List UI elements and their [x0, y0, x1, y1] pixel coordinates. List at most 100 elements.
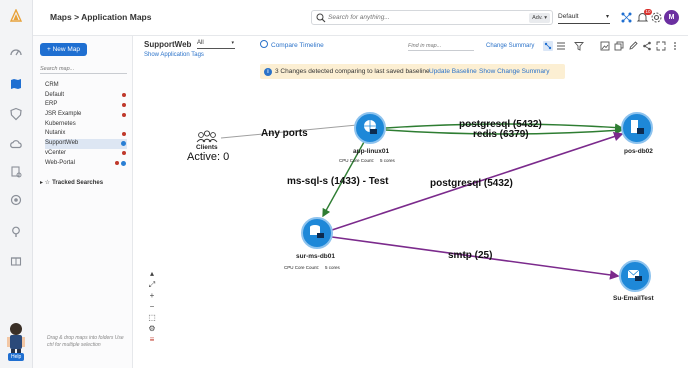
advanced-search-button[interactable]: Adv. ▾: [529, 12, 550, 23]
user-avatar[interactable]: M: [664, 10, 679, 25]
clients-label: Clients: [196, 144, 218, 151]
drag-drop-hint: Drag & drop maps into folders Use ctrl f…: [47, 335, 124, 348]
update-baseline-link[interactable]: Update Baseline: [429, 64, 477, 79]
status-dot-red: [122, 102, 126, 107]
global-search[interactable]: Adv. ▾: [311, 10, 553, 25]
filter-select-value: All: [197, 40, 204, 46]
app-linux01-cpu-label: CPU Core Count:: [339, 158, 374, 163]
chevron-down-icon: ▾: [605, 14, 609, 20]
fullscreen-icon[interactable]: [656, 41, 666, 51]
settings-small-icon[interactable]: ⚙: [146, 323, 158, 334]
gift-icon[interactable]: [8, 252, 24, 268]
tracked-searches-label: Tracked Searches: [52, 180, 104, 186]
map-list-item[interactable]: SupportWeb: [45, 139, 127, 149]
map-title: SupportWeb: [144, 40, 192, 49]
status-dot-red: [115, 161, 119, 165]
edge-label-ms-sql: ms-sql-s (1433) - Test: [287, 176, 389, 187]
new-map-button[interactable]: + New Map: [40, 43, 87, 56]
settings-gear-icon[interactable]: [650, 11, 663, 24]
help-label[interactable]: Help: [8, 353, 25, 361]
topology-icon[interactable]: [620, 11, 633, 24]
map-list-item[interactable]: ERP: [45, 100, 127, 110]
node-app-linux01[interactable]: app-linux01 CPU Core Count: 5 cores: [339, 112, 396, 163]
users-group-icon: [196, 130, 218, 143]
view-select-value: Default: [558, 13, 579, 20]
view-select[interactable]: Default ▾: [558, 11, 610, 24]
search-input[interactable]: [328, 12, 518, 23]
notifications-bell-icon[interactable]: 10: [636, 9, 653, 24]
map-list-item[interactable]: JSR Example: [45, 110, 127, 120]
status-dot-red: [122, 151, 126, 156]
map-list: CRM Default ERP JSR Example Kubernetes Nutani…: [45, 81, 127, 168]
settings-circle-icon[interactable]: [8, 192, 24, 208]
pointer-tool-icon[interactable]: ▴: [146, 268, 158, 279]
zoom-in-button[interactable]: +: [146, 290, 158, 301]
status-dot-red: [122, 93, 126, 98]
document-search-icon[interactable]: [8, 164, 24, 180]
application-map-canvas[interactable]: Any ports postgresql (5432) redis (6379)…: [134, 80, 688, 368]
status-dot-blue: [121, 141, 126, 147]
edge-label-smtp: smtp (25): [448, 250, 492, 261]
breadcrumb: Maps > Application Maps: [50, 12, 152, 22]
shield-icon[interactable]: [8, 106, 24, 122]
show-application-tags-link[interactable]: Show Application Tags: [144, 52, 204, 58]
image-export-icon[interactable]: [600, 41, 610, 51]
status-dot-blue: [121, 160, 126, 166]
edit-pencil-icon[interactable]: [628, 41, 638, 51]
clock-icon: [260, 40, 268, 48]
zoom-out-button[interactable]: −: [146, 301, 158, 312]
list-view-icon[interactable]: [556, 41, 566, 51]
clients-active-count: Active: 0: [187, 151, 229, 163]
status-dot-red: [122, 131, 126, 136]
node-pos-db02[interactable]: pos-db02: [621, 112, 653, 155]
node-sur-ms-db01[interactable]: sur-ms-db01 CPU Core Count: 5 cores: [284, 217, 341, 270]
node-clients[interactable]: Clients Active: 0: [187, 130, 229, 163]
copy-icon[interactable]: [614, 41, 624, 51]
compare-timeline-button[interactable]: Compare Timeline: [260, 40, 324, 49]
map-list-item-label: Nutanix: [45, 130, 66, 137]
star-icon: ▸ ☆: [40, 180, 51, 186]
share-icon[interactable]: [642, 41, 652, 51]
tracked-searches-toggle[interactable]: ▸ ☆ Tracked Searches: [40, 179, 103, 186]
map-list-item[interactable]: Default: [45, 91, 127, 101]
show-change-summary-link[interactable]: Show Change Summary: [479, 64, 549, 79]
sur-ms-db01-cpu-value: 5 cores: [325, 265, 341, 270]
fit-view-icon[interactable]: ⤢: [146, 279, 158, 290]
app-linux01-label: app-linux01: [353, 148, 390, 155]
pos-db02-label: pos-db02: [624, 148, 653, 155]
filter-select[interactable]: All ▾: [197, 39, 235, 49]
filter-funnel-icon[interactable]: [574, 41, 584, 51]
map-list-item-label: Kubernetes: [45, 120, 76, 127]
select-area-icon[interactable]: ⬚: [146, 312, 158, 323]
status-dot-red: [122, 112, 126, 117]
find-in-map-input[interactable]: [408, 41, 474, 51]
change-summary-link[interactable]: Change Summary: [486, 43, 534, 49]
map-list-item-label: ERP: [45, 101, 58, 108]
node-su-emailtest[interactable]: Su-EmailTest: [613, 260, 655, 302]
cloud-icon[interactable]: [8, 136, 24, 152]
lightbulb-icon[interactable]: [8, 224, 24, 240]
map-list-item[interactable]: Web-Portal: [45, 159, 127, 169]
map-list-item-label: JSR Example: [45, 111, 82, 118]
maps-icon[interactable]: [8, 76, 24, 92]
map-search-input[interactable]: [40, 64, 127, 74]
search-icon: [316, 13, 326, 23]
map-list-item-label: SupportWeb: [45, 140, 79, 147]
sur-ms-db01-cpu-label: CPU Core Count:: [284, 265, 319, 270]
map-list-panel: + New Map CRM Default ERP JSR Example Kubern…: [33, 36, 133, 368]
help-assistant-button[interactable]: Help: [2, 320, 30, 364]
map-list-item[interactable]: vCenter: [45, 149, 127, 159]
map-list-item[interactable]: CRM: [45, 81, 127, 91]
edge-label-any-ports: Any ports: [261, 128, 308, 139]
app-logo-icon[interactable]: [8, 8, 24, 24]
edge-label-postgresql-mid: postgresql (5432): [430, 178, 513, 189]
map-list-item[interactable]: Kubernetes: [45, 120, 127, 130]
dashboard-gauge-icon[interactable]: [8, 44, 24, 60]
legend-icon[interactable]: ≡: [146, 334, 158, 345]
compare-timeline-label: Compare Timeline: [271, 42, 324, 49]
map-list-item[interactable]: Nutanix: [45, 129, 127, 139]
layout-graph-icon[interactable]: [543, 41, 553, 51]
map-list-item-label: vCenter: [45, 149, 67, 156]
map-list-item-label: CRM: [45, 82, 59, 88]
more-options-icon[interactable]: [670, 41, 680, 51]
